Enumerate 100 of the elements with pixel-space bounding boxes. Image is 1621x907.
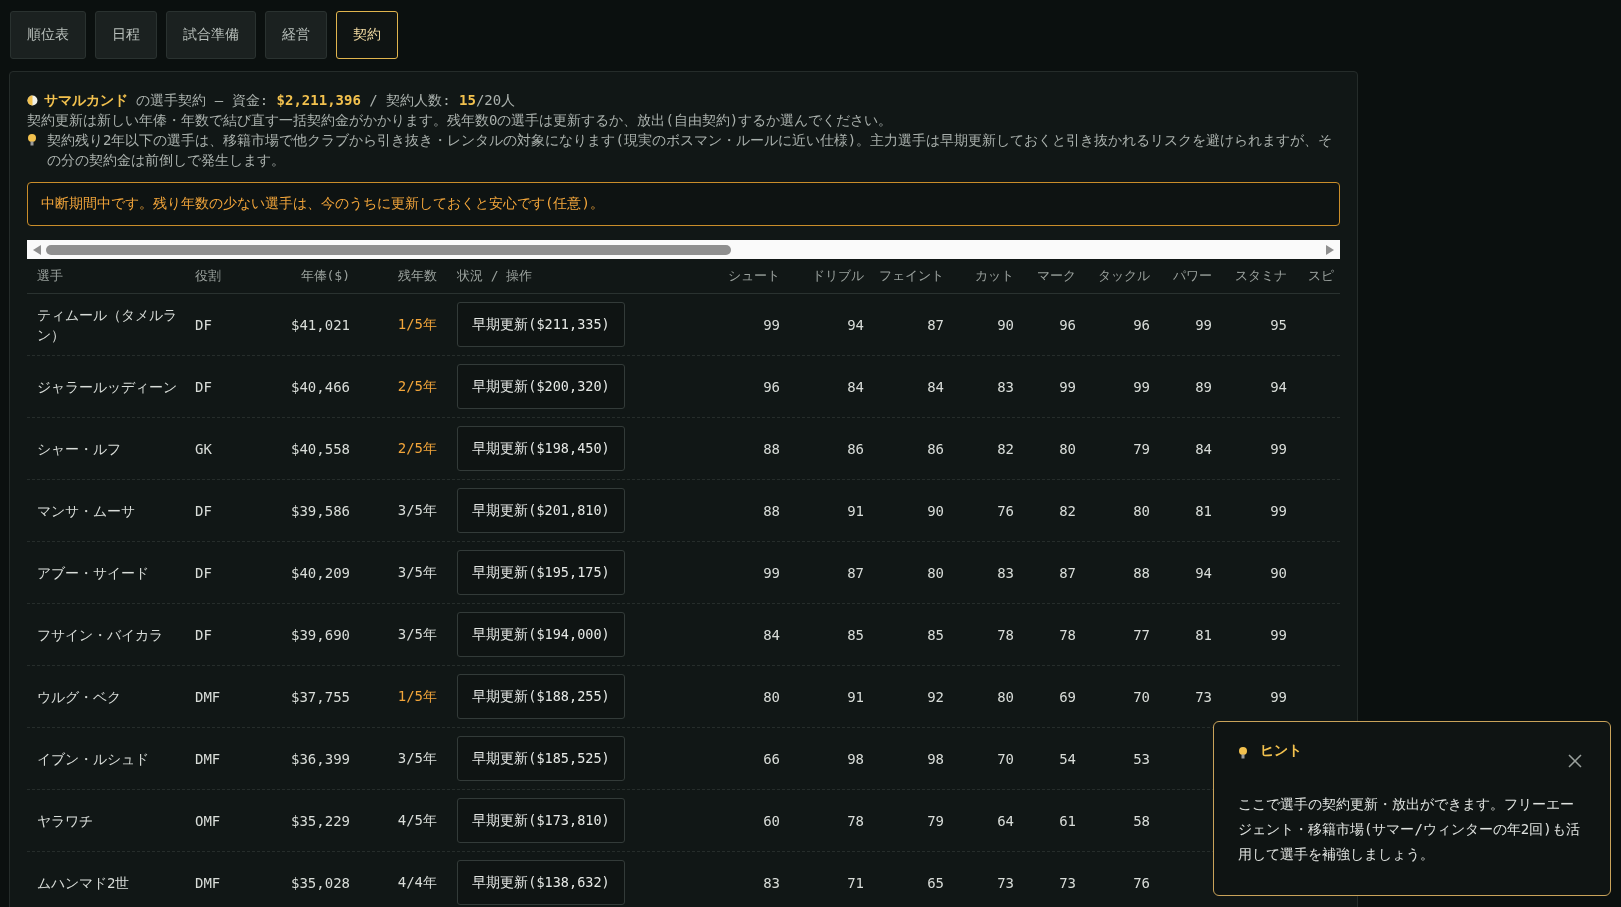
player-name: ジャラールッディーン	[36, 377, 178, 397]
early-renewal-button[interactable]: 早期更新($194,000)	[457, 612, 625, 657]
tab[interactable]: 試合準備	[166, 11, 256, 59]
stat-value: 81	[1194, 502, 1212, 519]
stat-value: 94	[846, 316, 864, 333]
stat-value: 84	[1194, 440, 1212, 457]
stat-value: 80	[926, 564, 944, 581]
stat-value: 91	[846, 502, 864, 519]
stat-value: 85	[846, 626, 864, 643]
stat-value: 61	[1058, 812, 1076, 829]
salary: $35,229	[290, 812, 350, 829]
stat-value: 84	[846, 378, 864, 395]
stat-value: 78	[996, 626, 1014, 643]
column-header: 状況 / 操作	[456, 267, 534, 285]
role: DMF	[195, 750, 222, 767]
column-header: カット	[974, 267, 1014, 285]
stat-value: 87	[1058, 564, 1076, 581]
stat-value: 82	[996, 440, 1014, 457]
years-remaining: 3/5年	[396, 749, 437, 768]
stat-value: 83	[996, 378, 1014, 395]
tip-text: 契約残り2年以下の選手は、移籍市場で他クラブから引き抜き・レンタルの対象になります(現実のボスマン・ルールに近い仕様)。主力選手は早期更新しておくと引き抜かれるリスクを避けられますが、その分の契約金は前倒しで発生します。	[47, 131, 1334, 170]
stat-value: 69	[1058, 688, 1076, 705]
role: DF	[195, 316, 213, 333]
early-renewal-button[interactable]: 早期更新($201,810)	[457, 488, 625, 533]
role: DF	[195, 564, 213, 581]
stat-value: 94	[1269, 378, 1287, 395]
stat-value: 60	[762, 812, 780, 829]
role: OMF	[195, 812, 222, 829]
stat-value: 90	[996, 316, 1014, 333]
stat-value: 86	[846, 440, 864, 457]
early-renewal-button[interactable]: 早期更新($195,175)	[457, 550, 625, 595]
stat-value: 77	[1132, 626, 1150, 643]
early-renewal-button[interactable]: 早期更新($200,320)	[457, 364, 625, 409]
player-name: ムハンマド2世	[36, 873, 131, 893]
salary: $40,466	[290, 378, 350, 395]
role: DF	[195, 626, 213, 643]
stat-value: 99	[1194, 316, 1212, 333]
years-remaining: 2/5年	[396, 439, 437, 458]
player-name: ウルグ・ベク	[36, 687, 122, 707]
years-remaining: 2/5年	[396, 377, 437, 396]
role: DF	[195, 502, 213, 519]
stat-value: 90	[926, 502, 944, 519]
stat-value: 53	[1132, 750, 1150, 767]
early-renewal-button[interactable]: 早期更新($138,632)	[457, 860, 625, 905]
stat-value: 81	[1194, 626, 1212, 643]
stat-value: 99	[1269, 440, 1287, 457]
stat-value: 90	[1269, 564, 1287, 581]
salary: $39,690	[290, 626, 350, 643]
role: DMF	[195, 688, 222, 705]
stat-value: 70	[1132, 688, 1150, 705]
stat-value: 87	[846, 564, 864, 581]
years-remaining: 4/4年	[396, 873, 437, 892]
stat-value: 96	[1058, 316, 1076, 333]
stat-value: 88	[1132, 564, 1150, 581]
stat-value: 84	[926, 378, 944, 395]
early-renewal-button[interactable]: 早期更新($185,525)	[457, 736, 625, 781]
tab[interactable]: 経営	[265, 11, 327, 59]
column-header: 年俸($)	[299, 267, 350, 285]
lightbulb-icon	[27, 133, 37, 147]
stat-value: 99	[1269, 626, 1287, 643]
stat-value: 83	[762, 874, 780, 891]
stat-value: 80	[996, 688, 1014, 705]
close-icon[interactable]	[1568, 754, 1582, 768]
scrollbar-thumb[interactable]	[46, 244, 731, 255]
stat-value: 94	[1194, 564, 1212, 581]
salary: $41,021	[290, 316, 350, 333]
column-header: 選手	[36, 267, 64, 285]
role: DF	[195, 378, 213, 395]
early-renewal-button[interactable]: 早期更新($173,810)	[457, 798, 625, 843]
scrollbar[interactable]	[27, 240, 1340, 259]
tab[interactable]: 日程	[95, 11, 157, 59]
column-header: スピ	[1307, 267, 1335, 285]
column-header: フェイント	[878, 267, 944, 285]
stat-value: 65	[926, 874, 944, 891]
early-renewal-button[interactable]: 早期更新($188,255)	[457, 674, 625, 719]
column-header: パワー	[1172, 267, 1212, 285]
stat-value: 95	[1269, 316, 1287, 333]
player-name: イブン・ルシュド	[36, 749, 150, 769]
early-renewal-button[interactable]: 早期更新($198,450)	[457, 426, 625, 471]
player-name: シャー・ルフ	[36, 439, 122, 459]
years-remaining: 3/5年	[396, 625, 437, 644]
stat-value: 82	[1058, 502, 1076, 519]
lightbulb-icon	[1238, 745, 1248, 760]
stat-value: 87	[926, 316, 944, 333]
stat-value: 83	[996, 564, 1014, 581]
stat-value: 99	[762, 316, 780, 333]
stat-value: 86	[926, 440, 944, 457]
left-arrow-icon[interactable]	[33, 244, 42, 255]
stat-value: 58	[1132, 812, 1150, 829]
salary: $35,028	[290, 874, 350, 891]
salary: $40,558	[290, 440, 350, 457]
stat-value: 73	[996, 874, 1014, 891]
tab[interactable]: 順位表	[10, 11, 86, 59]
tab[interactable]: 契約	[336, 11, 398, 59]
early-renewal-button[interactable]: 早期更新($211,335)	[457, 302, 625, 347]
stat-value: 66	[762, 750, 780, 767]
column-header: ドリブル	[811, 267, 864, 285]
column-header: マーク	[1036, 267, 1076, 285]
salary: $37,755	[290, 688, 350, 705]
right-arrow-icon[interactable]	[1325, 244, 1334, 255]
